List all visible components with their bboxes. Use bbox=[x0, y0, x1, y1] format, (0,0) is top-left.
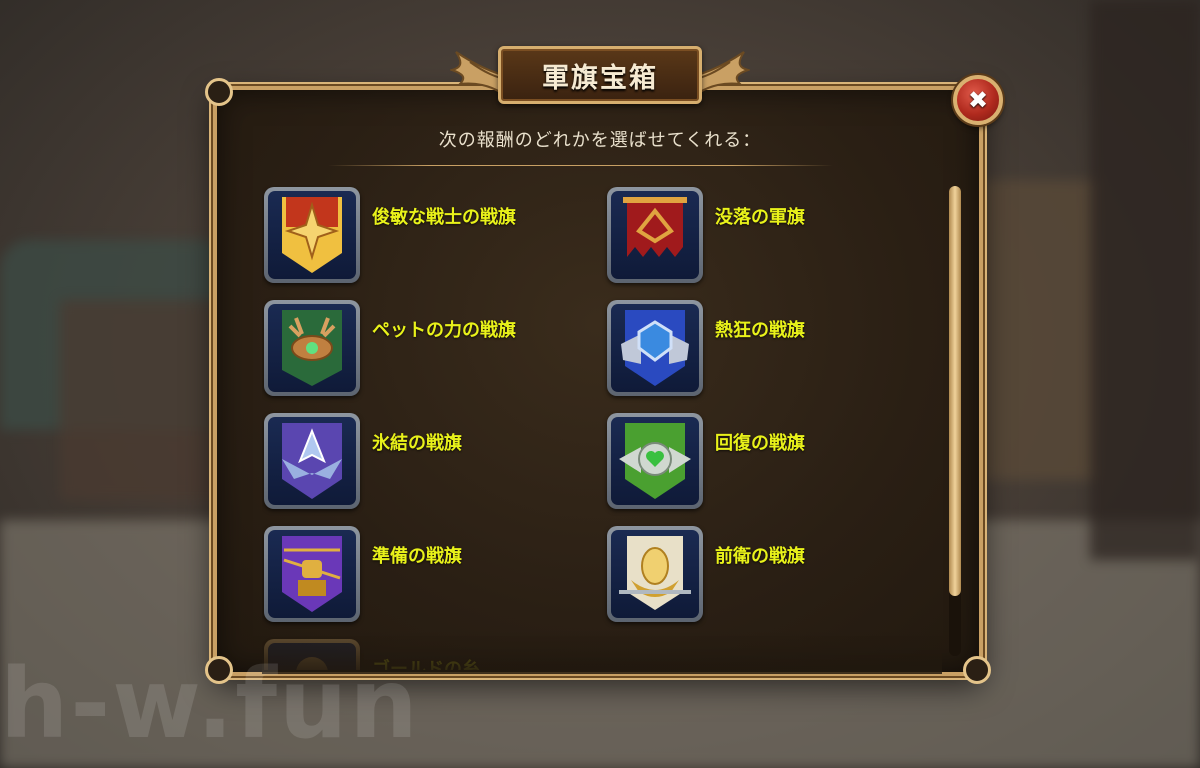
close-icon: ✖ bbox=[967, 86, 989, 114]
dialog-title: 軍旗宝箱 bbox=[542, 62, 658, 94]
banner-item-frenzy[interactable]: 熱狂の戦旗 bbox=[607, 300, 937, 396]
banner-item-healing[interactable]: 回復の戦旗 bbox=[607, 413, 937, 509]
banner-icon-frame bbox=[264, 187, 360, 283]
preparation-banner-icon bbox=[282, 536, 342, 612]
title-plate-wrapper: 軍旗宝箱 bbox=[450, 42, 750, 108]
banner-item-vanguard[interactable]: 前衛の戦旗 bbox=[607, 526, 937, 622]
banner-item-pet-power[interactable]: ペットの力の戦旗 bbox=[264, 300, 594, 396]
healing-banner-icon bbox=[619, 423, 691, 499]
banner-label: 前衛の戦旗 bbox=[715, 546, 805, 567]
frenzy-banner-icon bbox=[621, 310, 689, 386]
banner-label: 没落の軍旗 bbox=[715, 207, 805, 228]
panel-corner-ornament bbox=[205, 78, 233, 106]
banner-label: 回復の戦旗 bbox=[715, 433, 805, 454]
banner-icon-frame bbox=[264, 413, 360, 509]
freeze-banner-icon bbox=[282, 423, 342, 499]
banner-icon-frame bbox=[607, 187, 703, 283]
panel-corner-ornament bbox=[963, 656, 991, 684]
pet-power-banner-icon bbox=[282, 310, 342, 386]
watermark: h-w.fun bbox=[0, 648, 420, 760]
divider bbox=[328, 165, 833, 166]
banner-icon-frame bbox=[607, 413, 703, 509]
fallen-banner-icon bbox=[623, 197, 687, 257]
banner-item-fallen[interactable]: 没落の軍旗 bbox=[607, 187, 937, 283]
title-plate: 軍旗宝箱 bbox=[498, 46, 702, 104]
banner-label: 氷結の戦旗 bbox=[372, 433, 462, 454]
background-tree bbox=[1090, 0, 1200, 560]
banner-item-preparation[interactable]: 準備の戦旗 bbox=[264, 526, 594, 622]
dialog-subtitle: 次の報酬のどれかを選ばせてくれる： bbox=[438, 130, 762, 151]
banner-label: 俊敏な戦士の戦旗 bbox=[372, 207, 516, 228]
banner-icon-frame bbox=[264, 300, 360, 396]
banner-icon-frame bbox=[607, 526, 703, 622]
banner-label: 準備の戦旗 bbox=[372, 546, 462, 567]
banner-list[interactable]: 俊敏な戦士の戦旗 没落の軍旗 ペットの力の戦旗 熱狂の戦旗 氷結の戦旗 回復の戦… bbox=[262, 185, 942, 670]
banner-icon-frame bbox=[264, 526, 360, 622]
banner-icon-frame bbox=[607, 300, 703, 396]
banner-label: 熱狂の戦旗 bbox=[715, 320, 805, 341]
scrollbar-thumb[interactable] bbox=[949, 186, 961, 596]
background-house bbox=[60, 300, 230, 500]
background-structure bbox=[980, 180, 1100, 480]
banner-item-freeze[interactable]: 氷結の戦旗 bbox=[264, 413, 594, 509]
close-button[interactable]: ✖ bbox=[953, 75, 1003, 125]
banner-label: ペットの力の戦旗 bbox=[372, 320, 516, 341]
banner-item-agile-warrior[interactable]: 俊敏な戦士の戦旗 bbox=[264, 187, 594, 283]
vanguard-banner-icon bbox=[619, 536, 691, 610]
agile-warrior-banner-icon bbox=[282, 197, 342, 273]
